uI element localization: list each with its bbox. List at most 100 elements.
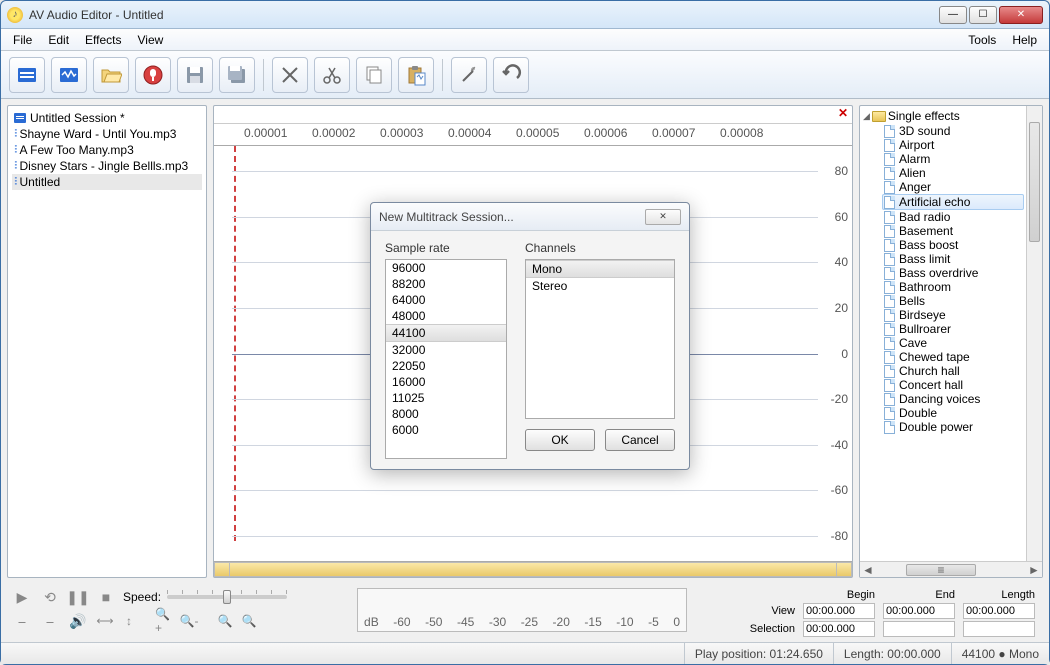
- effect-item[interactable]: Dancing voices: [882, 392, 1024, 406]
- sample-rate-option[interactable]: 32000: [386, 342, 506, 358]
- save-button[interactable]: [177, 57, 213, 93]
- dialog-titlebar[interactable]: New Multitrack Session... ✕: [371, 203, 689, 231]
- zoom-fit-h-button[interactable]: ⟷: [95, 612, 115, 630]
- playhead-marker[interactable]: [234, 146, 236, 541]
- sample-rate-option[interactable]: 8000: [386, 406, 506, 422]
- zoom-out-button[interactable]: 🔍-: [179, 612, 199, 630]
- view-length-input[interactable]: [963, 603, 1035, 619]
- close-button[interactable]: ✕: [999, 6, 1043, 24]
- record-button[interactable]: [135, 57, 171, 93]
- copy-cut-button[interactable]: [314, 57, 350, 93]
- undo-button[interactable]: [493, 57, 529, 93]
- effect-item[interactable]: Bass overdrive: [882, 266, 1024, 280]
- hscroll-thumb[interactable]: ≡: [906, 564, 976, 576]
- minimize-button[interactable]: —: [939, 6, 967, 24]
- sample-rate-listbox[interactable]: 9600088200640004800044100320002205016000…: [385, 259, 507, 459]
- scroll-track[interactable]: [230, 562, 836, 577]
- effect-item[interactable]: Bullroarer: [882, 322, 1024, 336]
- sel-end-input[interactable]: [883, 621, 955, 637]
- menu-help[interactable]: Help: [1004, 31, 1045, 49]
- close-tab-icon[interactable]: ✕: [838, 106, 848, 123]
- menu-file[interactable]: File: [5, 31, 40, 49]
- effect-item[interactable]: Chewed tape: [882, 350, 1024, 364]
- channel-option[interactable]: Mono: [526, 260, 674, 278]
- sample-rate-option[interactable]: 11025: [386, 390, 506, 406]
- sample-rate-option[interactable]: 16000: [386, 374, 506, 390]
- effect-item[interactable]: Bells: [882, 294, 1024, 308]
- file-item[interactable]: Untitled Session *: [12, 110, 202, 126]
- scroll-left-icon[interactable]: ◄: [860, 563, 876, 577]
- effect-item[interactable]: Double: [882, 406, 1024, 420]
- maximize-button[interactable]: ☐: [969, 6, 997, 24]
- collapse-icon[interactable]: ◢: [863, 111, 870, 122]
- effects-wand-button[interactable]: [451, 57, 487, 93]
- menu-tools[interactable]: Tools: [960, 31, 1004, 49]
- new-file-button[interactable]: [51, 57, 87, 93]
- file-item[interactable]: ⫶⫶Disney Stars - Jingle Bellls.mp3: [12, 158, 202, 174]
- save-all-button[interactable]: [219, 57, 255, 93]
- effect-item[interactable]: Alien: [882, 166, 1024, 180]
- effect-item[interactable]: Alarm: [882, 152, 1024, 166]
- effect-item[interactable]: Bad radio: [882, 210, 1024, 224]
- time-ruler[interactable]: 0.000010.000020.000030.000040.000050.000…: [214, 124, 852, 146]
- prev-button[interactable]: ⎯: [11, 612, 33, 630]
- menu-edit[interactable]: Edit: [40, 31, 77, 49]
- zoom-in-button[interactable]: 🔍+: [155, 612, 175, 630]
- effect-item[interactable]: Concert hall: [882, 378, 1024, 392]
- cut-button[interactable]: [272, 57, 308, 93]
- volume-button[interactable]: 🔊: [67, 612, 89, 630]
- scroll-right-icon[interactable]: ►: [1026, 563, 1042, 577]
- sample-rate-option[interactable]: 6000: [386, 422, 506, 438]
- scroll-left-cap[interactable]: [214, 562, 230, 577]
- copy-button[interactable]: [356, 57, 392, 93]
- view-begin-input[interactable]: [803, 603, 875, 619]
- file-item[interactable]: ⫶⫶Untitled: [12, 174, 202, 190]
- sample-rate-option[interactable]: 96000: [386, 260, 506, 276]
- sel-length-input[interactable]: [963, 621, 1035, 637]
- effect-item[interactable]: Bathroom: [882, 280, 1024, 294]
- scroll-thumb[interactable]: [1029, 122, 1040, 242]
- effect-item[interactable]: Bass boost: [882, 238, 1024, 252]
- effect-item[interactable]: Church hall: [882, 364, 1024, 378]
- view-end-input[interactable]: [883, 603, 955, 619]
- effects-tree[interactable]: ◢Single effects3D soundAirportAlarmAlien…: [860, 106, 1026, 561]
- zoom-sel-button[interactable]: 🔍: [215, 612, 235, 630]
- stop-button[interactable]: ■: [95, 588, 117, 606]
- tree-root[interactable]: ◢Single effects: [862, 108, 1024, 124]
- effect-item[interactable]: Airport: [882, 138, 1024, 152]
- sample-rate-option[interactable]: 64000: [386, 292, 506, 308]
- zoom-reset-button[interactable]: 🔍: [239, 612, 259, 630]
- sample-rate-option[interactable]: 48000: [386, 308, 506, 324]
- file-item[interactable]: ⫶⫶Shayne Ward - Until You.mp3: [12, 126, 202, 142]
- effect-item[interactable]: Bass limit: [882, 252, 1024, 266]
- channels-listbox[interactable]: MonoStereo: [525, 259, 675, 419]
- titlebar[interactable]: ♪ AV Audio Editor - Untitled — ☐ ✕: [1, 1, 1049, 29]
- new-session-button[interactable]: [9, 57, 45, 93]
- channel-option[interactable]: Stereo: [526, 278, 674, 294]
- horizontal-scrollbar[interactable]: [214, 561, 852, 577]
- file-item[interactable]: ⫶⫶A Few Too Many.mp3: [12, 142, 202, 158]
- effect-item[interactable]: Birdseye: [882, 308, 1024, 322]
- loop-button[interactable]: ⟲: [39, 588, 61, 606]
- sample-rate-option[interactable]: 22050: [386, 358, 506, 374]
- sample-rate-option[interactable]: 44100: [386, 324, 506, 342]
- paste-button[interactable]: [398, 57, 434, 93]
- effect-item[interactable]: Artificial echo: [882, 194, 1024, 210]
- open-button[interactable]: [93, 57, 129, 93]
- play-button[interactable]: ▶: [11, 588, 33, 606]
- effect-item[interactable]: Basement: [882, 224, 1024, 238]
- pause-button[interactable]: ❚❚: [67, 588, 89, 606]
- effects-vscrollbar[interactable]: [1026, 106, 1042, 561]
- dialog-close-button[interactable]: ✕: [645, 209, 681, 225]
- sample-rate-option[interactable]: 88200: [386, 276, 506, 292]
- effect-item[interactable]: Cave: [882, 336, 1024, 350]
- effect-item[interactable]: Anger: [882, 180, 1024, 194]
- menu-view[interactable]: View: [130, 31, 172, 49]
- effect-item[interactable]: 3D sound: [882, 124, 1024, 138]
- new-session-dialog[interactable]: New Multitrack Session... ✕ Sample rate …: [370, 202, 690, 470]
- zoom-fit-v-button[interactable]: ↕: [119, 612, 139, 630]
- menu-effects[interactable]: Effects: [77, 31, 129, 49]
- cancel-button[interactable]: Cancel: [605, 429, 675, 451]
- ok-button[interactable]: OK: [525, 429, 595, 451]
- effect-item[interactable]: Double power: [882, 420, 1024, 434]
